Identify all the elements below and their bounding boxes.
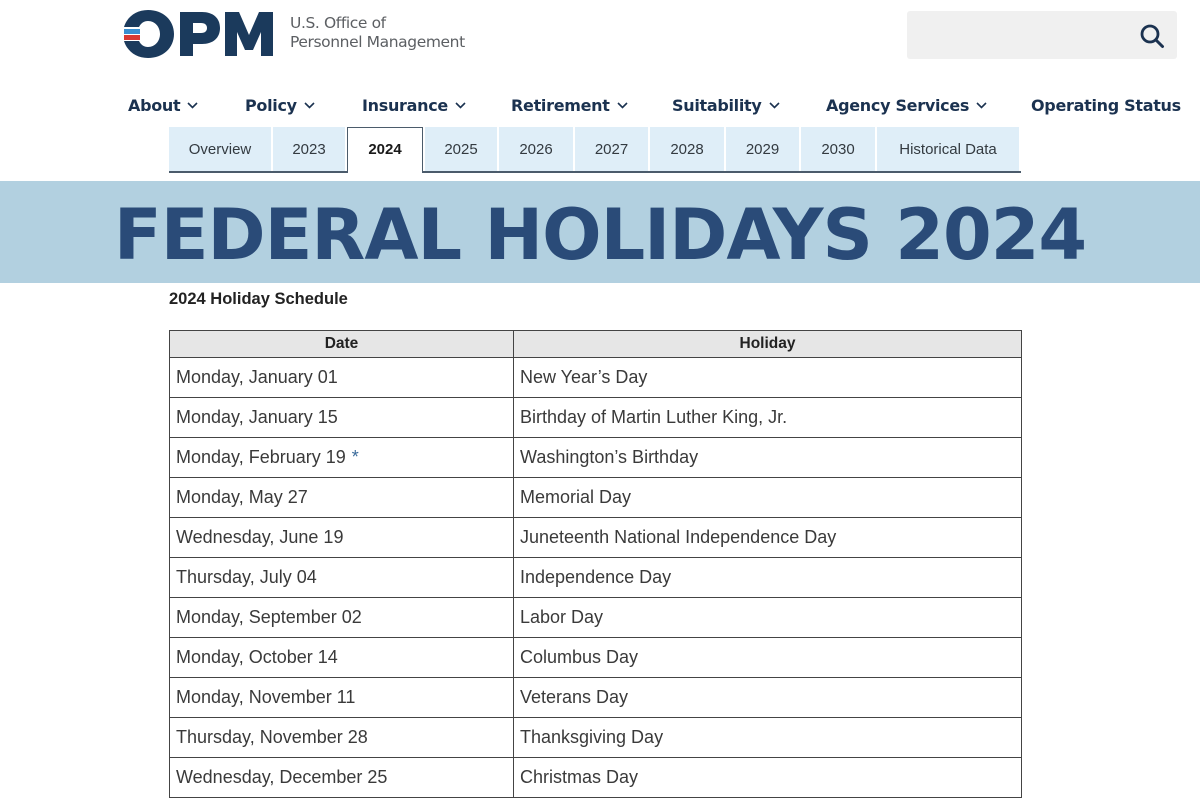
date-cell: Monday, November 11	[169, 677, 514, 718]
table-row: Monday, October 14 Columbus Day	[169, 637, 1022, 678]
nav-item-label: Insurance	[362, 96, 448, 115]
date-text: Monday, January 15	[176, 407, 338, 427]
tab-2023[interactable]: 2023	[273, 127, 345, 171]
date-text: Monday, November 11	[176, 687, 356, 707]
nav-item-label: About	[128, 96, 181, 115]
table-row: Thursday, November 28 Thanksgiving Day	[169, 717, 1022, 758]
tab-2026[interactable]: 2026	[499, 127, 573, 171]
date-cell: Monday, October 14	[169, 637, 514, 678]
date-text: Monday, February 19	[176, 447, 346, 467]
tab-2025[interactable]: 2025	[425, 127, 497, 171]
nav-item-suitability[interactable]: Suitability	[672, 96, 780, 115]
nav-item-retirement[interactable]: Retirement	[511, 96, 628, 115]
holiday-cell: Christmas Day	[513, 757, 1022, 798]
table-row: Monday, September 02 Labor Day	[169, 597, 1022, 638]
table-body: Monday, January 01 New Year’s Day Monday, …	[169, 357, 1022, 798]
holiday-cell: Independence Day	[513, 557, 1022, 598]
tab-2029[interactable]: 2029	[726, 127, 799, 171]
search-button[interactable]	[1137, 21, 1167, 51]
date-cell: Thursday, November 28	[169, 717, 514, 758]
tab-historical-data[interactable]: Historical Data	[877, 127, 1019, 171]
date-cell: Wednesday, June 19	[169, 517, 514, 558]
date-cell: Wednesday, December 25	[169, 757, 514, 798]
chevron-down-icon	[617, 102, 628, 109]
holiday-cell: New Year’s Day	[513, 357, 1022, 398]
tab-2027[interactable]: 2027	[575, 127, 648, 171]
schedule-title: 2024 Holiday Schedule	[169, 290, 348, 308]
table-row: Thursday, July 04 Independence Day	[169, 557, 1022, 598]
chevron-down-icon	[976, 102, 987, 109]
table-row: Monday, January 15 Birthday of Martin Lut…	[169, 397, 1022, 438]
table-row: Wednesday, December 25 Christmas Day	[169, 757, 1022, 798]
date-text: Thursday, November 28	[176, 727, 368, 747]
nav-item-label: Suitability	[672, 96, 762, 115]
date-cell: Monday, September 02	[169, 597, 514, 638]
chevron-down-icon	[768, 102, 780, 109]
table-header-row: Date Holiday	[169, 330, 1022, 358]
table-row: Monday, January 01 New Year’s Day	[169, 357, 1022, 398]
date-text: Wednesday, December 25	[176, 767, 388, 787]
search-box	[907, 11, 1177, 59]
year-tabs: Overview 2023 2024 2025 2026 2027 2028 2…	[169, 127, 1021, 173]
date-text: Thursday, July 04	[176, 567, 317, 587]
date-cell: Monday, January 01	[169, 357, 514, 398]
date-cell: Monday, January 15	[169, 397, 514, 438]
tab-2030[interactable]: 2030	[801, 127, 875, 171]
search-icon	[1140, 24, 1164, 48]
date-text: Monday, January 01	[176, 367, 338, 387]
date-cell: Thursday, July 04	[169, 557, 514, 598]
org-name: U.S. Office of Personnel Management	[290, 14, 465, 52]
table-row: Wednesday, June 19 Juneteenth National In…	[169, 517, 1022, 558]
table-row: Monday, February 19 * Washington’s Birthda…	[169, 437, 1022, 478]
nav-item-operating-status[interactable]: Operating Status	[1031, 96, 1181, 115]
holiday-cell: Columbus Day	[513, 637, 1022, 678]
nav-item-label: Retirement	[511, 96, 610, 115]
holiday-cell: Washington’s Birthday	[513, 437, 1022, 478]
chevron-down-icon	[187, 102, 198, 109]
org-name-line2: Personnel Management	[290, 33, 465, 51]
opm-logo[interactable]	[122, 8, 274, 60]
holiday-cell: Thanksgiving Day	[513, 717, 1022, 758]
tab-2024[interactable]: 2024	[347, 127, 423, 173]
date-text: Monday, May 27	[176, 487, 308, 507]
holiday-cell: Juneteenth National Independence Day	[513, 517, 1022, 558]
column-header-date: Date	[169, 330, 514, 358]
tab-2028[interactable]: 2028	[650, 127, 724, 171]
table-row: Monday, November 11 Veterans Day	[169, 677, 1022, 718]
holiday-cell: Memorial Day	[513, 477, 1022, 518]
date-cell: Monday, February 19 *	[169, 437, 514, 478]
date-cell: Monday, May 27	[169, 477, 514, 518]
banner-title: FEDERAL HOLIDAYS 2024	[113, 194, 1087, 276]
table-row: Monday, May 27 Memorial Day	[169, 477, 1022, 518]
holiday-cell: Veterans Day	[513, 677, 1022, 718]
holiday-cell: Birthday of Martin Luther King, Jr.	[513, 397, 1022, 438]
date-text: Monday, October 14	[176, 647, 338, 667]
chevron-down-icon	[455, 102, 466, 109]
column-header-holiday: Holiday	[513, 330, 1022, 358]
search-input[interactable]	[907, 11, 1127, 59]
title-banner: FEDERAL HOLIDAYS 2024	[0, 181, 1200, 283]
main-nav: About Policy Insurance Retirement Suitab…	[0, 96, 1200, 120]
holiday-cell: Labor Day	[513, 597, 1022, 638]
chevron-down-icon	[304, 102, 315, 109]
nav-item-label: Policy	[245, 96, 297, 115]
nav-item-label: Agency Services	[826, 96, 970, 115]
nav-item-about[interactable]: About	[128, 96, 198, 115]
nav-item-agency-services[interactable]: Agency Services	[826, 96, 987, 115]
tab-overview[interactable]: Overview	[169, 127, 271, 171]
date-text: Wednesday, June 19	[176, 527, 344, 547]
opm-logo-mark	[124, 10, 273, 58]
org-name-line1: U.S. Office of	[290, 14, 386, 32]
footnote-marker[interactable]: *	[352, 447, 359, 467]
nav-item-insurance[interactable]: Insurance	[362, 96, 466, 115]
holiday-table: Date Holiday Monday, January 01 New Year’…	[169, 330, 1022, 798]
nav-item-label: Operating Status	[1031, 96, 1181, 115]
nav-item-policy[interactable]: Policy	[245, 96, 315, 115]
date-text: Monday, September 02	[176, 607, 362, 627]
